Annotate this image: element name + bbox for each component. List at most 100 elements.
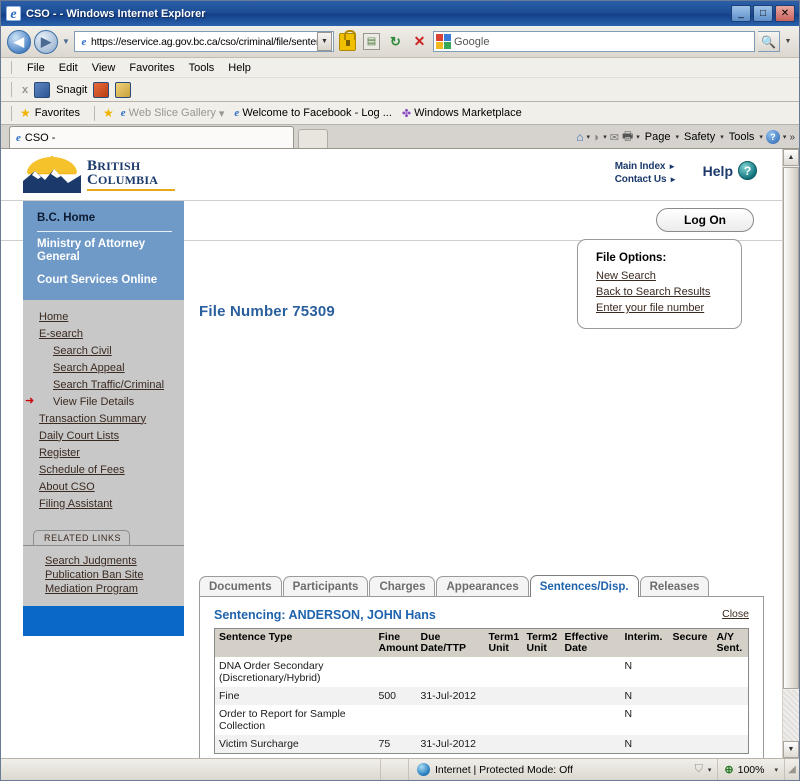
security-zone[interactable]: Internet | Protected Mode: Off: [409, 763, 581, 776]
search-go-button[interactable]: 🔍: [758, 31, 780, 52]
menu-tools[interactable]: Tools: [182, 61, 222, 75]
feeds-icon[interactable]: ◗: [593, 130, 600, 144]
page-title: File Number 75309: [199, 303, 335, 320]
sidebar-item-register[interactable]: Register: [23, 444, 184, 461]
chevron-down-icon[interactable]: ▾: [759, 133, 763, 141]
safety-menu-button[interactable]: Safety: [682, 131, 717, 143]
sidebar-item-cso[interactable]: Court Services Online: [23, 269, 184, 292]
favorites-button[interactable]: Favorites: [35, 107, 80, 119]
url-input[interactable]: e https://eservice.ag.gov.bc.ca/cso/crim…: [74, 31, 334, 52]
home-icon[interactable]: ⌂: [576, 130, 583, 144]
security-lock-icon[interactable]: [337, 29, 358, 52]
sidebar-item-e-search[interactable]: E-search: [23, 325, 184, 342]
cell-term2: [522, 735, 561, 754]
scrollbar-track[interactable]: [783, 690, 799, 741]
tab-releases[interactable]: Releases: [639, 576, 710, 597]
snagit-capture-icon[interactable]: [93, 81, 110, 98]
snagit-close-icon[interactable]: x: [22, 84, 28, 96]
print-icon[interactable]: 🖶: [622, 127, 633, 148]
sidebar-item-home[interactable]: Home: [23, 308, 184, 325]
compatibility-view-icon[interactable]: ▤: [361, 31, 382, 52]
log-on-button[interactable]: Log On: [656, 208, 754, 232]
stop-button[interactable]: ✕: [409, 31, 430, 52]
close-link[interactable]: Close: [722, 608, 749, 620]
header-link-contact-us[interactable]: Contact Us ►: [615, 174, 677, 185]
history-dropdown-caret-icon[interactable]: ▼: [61, 37, 71, 46]
tab-sentences-disp[interactable]: Sentences/Disp.: [529, 575, 639, 597]
sidebar-item-search-appeal[interactable]: Search Appeal: [23, 359, 184, 376]
sidebar-item-bc-home[interactable]: B.C. Home: [23, 207, 184, 230]
chevron-down-icon[interactable]: ▾: [219, 107, 225, 120]
chevron-down-icon[interactable]: ▾: [676, 133, 680, 141]
header-link-main-index[interactable]: Main Index ►: [615, 161, 677, 172]
tools-menu-button[interactable]: Tools: [727, 131, 757, 143]
privacy-settings[interactable]: ⛉ ▾: [689, 759, 719, 780]
scroll-up-button[interactable]: ▲: [783, 149, 799, 166]
browser-tab-cso[interactable]: e CSO -: [9, 126, 294, 148]
new-tab-button[interactable]: [298, 129, 328, 148]
file-option-new-search[interactable]: New Search: [596, 268, 741, 284]
chevron-down-icon[interactable]: ▾: [720, 133, 724, 141]
tab-charges[interactable]: Charges: [369, 576, 436, 597]
favorites-star-icon[interactable]: ★: [20, 106, 31, 120]
page-menu-button[interactable]: Page: [643, 131, 673, 143]
chevron-down-icon[interactable]: ▾: [586, 133, 590, 141]
back-button[interactable]: ◀: [7, 29, 31, 54]
resize-grip-icon[interactable]: ◢: [785, 764, 799, 775]
sidebar-item-search-civil[interactable]: Search Civil: [23, 342, 184, 359]
maximize-button[interactable]: □: [753, 5, 773, 22]
vertical-scrollbar[interactable]: ▲ ▼: [782, 149, 799, 758]
help-link[interactable]: Help ?: [703, 161, 757, 180]
cell-term2: [522, 705, 561, 735]
related-link-search-judgments[interactable]: Search Judgments: [23, 554, 184, 568]
bc-logo[interactable]: BRITISH COLUMBIA: [23, 155, 175, 193]
forward-button[interactable]: ▶: [34, 29, 58, 54]
search-input[interactable]: Google: [433, 31, 755, 52]
chevron-down-icon[interactable]: ▾: [603, 133, 607, 141]
chevron-down-icon[interactable]: ▾: [783, 133, 787, 141]
url-dropdown-caret-icon[interactable]: ▼: [317, 32, 332, 51]
snagit-icon[interactable]: [34, 81, 51, 98]
menu-file[interactable]: File: [20, 61, 52, 75]
sidebar-item-ministry[interactable]: Ministry of Attorney General: [23, 233, 184, 269]
favorite-web-slice-gallery[interactable]: e Web Slice Gallery ▾: [118, 107, 228, 120]
chevron-down-icon[interactable]: ▾: [774, 766, 778, 774]
menu-favorites[interactable]: Favorites: [122, 61, 181, 75]
chevron-down-icon[interactable]: ▾: [708, 766, 712, 774]
scrollbar-thumb[interactable]: [783, 167, 799, 689]
minimize-button[interactable]: _: [731, 5, 751, 22]
file-option-enter-your-file-number[interactable]: Enter your file number: [596, 300, 741, 316]
sidebar-item-view-file-details[interactable]: ➜ View File Details: [23, 393, 184, 410]
sidebar-item-filing-assistant[interactable]: Filing Assistant: [23, 495, 184, 512]
related-link-mediation-program[interactable]: Mediation Program: [23, 582, 184, 596]
overflow-icon[interactable]: »: [789, 132, 795, 143]
menu-view[interactable]: View: [85, 61, 123, 75]
favorite-facebook[interactable]: e Welcome to Facebook - Log ...: [231, 107, 394, 119]
menu-help[interactable]: Help: [221, 61, 258, 75]
related-link-publication-ban-site[interactable]: Publication Ban Site: [23, 568, 184, 582]
chevron-down-icon[interactable]: ▾: [636, 133, 640, 141]
zoom-control[interactable]: ⊕ 100% ▾: [718, 759, 785, 780]
tab-appearances[interactable]: Appearances: [436, 576, 529, 597]
close-button[interactable]: ✕: [775, 5, 795, 22]
favorite-windows-marketplace[interactable]: ✤ Windows Marketplace: [399, 107, 525, 120]
menu-edit[interactable]: Edit: [52, 61, 85, 75]
refresh-button[interactable]: ↻: [385, 31, 406, 52]
url-text: https://eservice.ag.gov.bc.ca/cso/crimin…: [91, 35, 317, 48]
mail-icon[interactable]: ✉: [610, 131, 619, 144]
sidebar-item-search-traffic-criminal[interactable]: Search Traffic/Criminal: [23, 376, 184, 393]
search-provider-caret-icon[interactable]: ▼: [783, 38, 793, 45]
tab-participants[interactable]: Participants: [282, 576, 369, 597]
add-to-favorites-icon[interactable]: ★: [103, 106, 114, 120]
sidebar-item-daily-court-lists[interactable]: Daily Court Lists: [23, 427, 184, 444]
sidebar-item-about-cso[interactable]: About CSO: [23, 478, 184, 495]
help-icon[interactable]: ?: [765, 130, 780, 144]
scroll-down-button[interactable]: ▼: [783, 741, 799, 758]
snagit-editor-icon[interactable]: [115, 81, 132, 98]
sidebar-item-transaction-summary[interactable]: Transaction Summary: [23, 410, 184, 427]
tab-documents[interactable]: Documents: [199, 576, 282, 597]
file-option-back-to-search-results[interactable]: Back to Search Results: [596, 284, 741, 300]
snagit-label[interactable]: Snagit: [56, 84, 87, 96]
table-header-row: Sentence Type Fine Amount Due Date/TTP T…: [214, 628, 749, 657]
sidebar-item-schedule-of-fees[interactable]: Schedule of Fees: [23, 461, 184, 478]
